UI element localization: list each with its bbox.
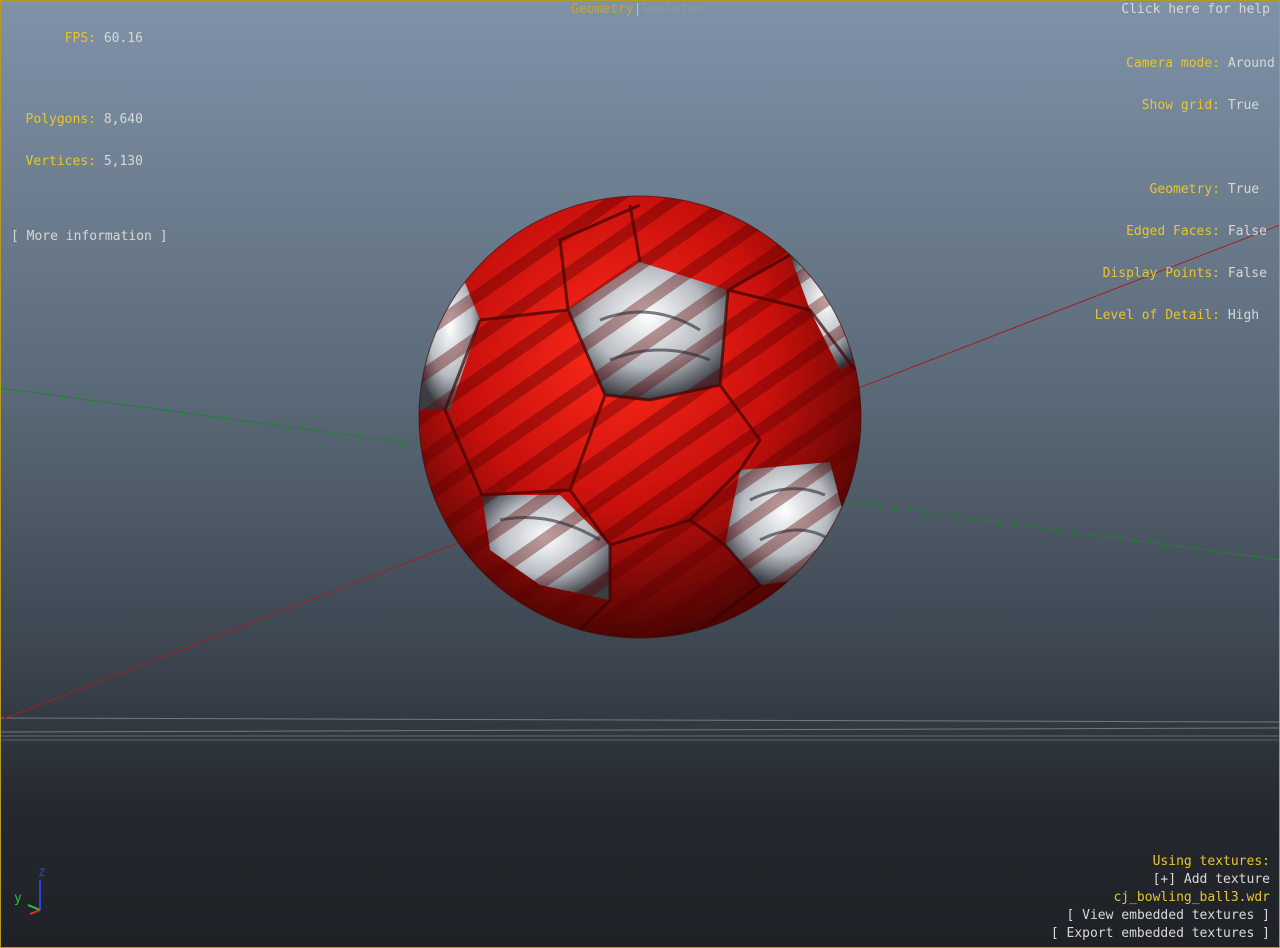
- fps-row: FPS: 60.16: [0, 32, 168, 46]
- bowling-ball-model: [418, 195, 862, 639]
- setting-label: Show grid:: [1141, 98, 1220, 113]
- add-texture-button[interactable]: [+] Add texture: [1051, 871, 1270, 889]
- setting-value: False: [1227, 266, 1267, 281]
- vertices-row: Vertices: 5,130: [0, 155, 168, 169]
- help-link[interactable]: Click here for help: [1121, 3, 1270, 17]
- setting-label: Edged Faces:: [1126, 224, 1220, 239]
- setting-geometry[interactable]: Geometry: True: [1060, 183, 1280, 197]
- fps-label: FPS:: [64, 31, 96, 46]
- setting-value: True: [1227, 98, 1260, 113]
- setting-display-points[interactable]: Display Points: False: [1060, 267, 1280, 281]
- tab-geometry[interactable]: Geometry: [571, 2, 634, 17]
- setting-value: True: [1227, 182, 1260, 197]
- setting-label: Level of Detail:: [1094, 308, 1220, 323]
- vertices-label: Vertices:: [25, 154, 96, 169]
- setting-value: False: [1227, 224, 1267, 239]
- setting-show-grid[interactable]: Show grid: True: [1060, 99, 1280, 113]
- setting-label: Geometry:: [1149, 182, 1220, 197]
- view-embedded-textures-button[interactable]: [ View embedded textures ]: [1051, 907, 1271, 925]
- polygons-row: Polygons: 8,640: [0, 113, 168, 127]
- textures-panel: Using textures: [+] Add texture cj_bowli…: [1051, 853, 1270, 943]
- gizmo-z-label: z: [38, 865, 46, 880]
- setting-camera-mode[interactable]: Camera mode: Around: [1060, 57, 1280, 71]
- polygons-label: Polygons:: [25, 112, 96, 127]
- stats-panel: FPS: 60.16 Polygons: 8,640 Vertices: 5,1…: [0, 4, 168, 258]
- gizmo-y-label: y: [14, 891, 22, 906]
- grid-floor: [0, 717, 1280, 741]
- setting-label: Camera mode:: [1126, 56, 1220, 71]
- tab-skeleton[interactable]: Skeleton: [641, 2, 704, 17]
- setting-value: High: [1227, 308, 1260, 323]
- export-embedded-textures-button[interactable]: [ Export embedded textures ]: [1051, 925, 1270, 943]
- vertices-value: 5,130: [103, 154, 143, 169]
- setting-edged-faces[interactable]: Edged Faces: False: [1060, 225, 1280, 239]
- polygons-value: 8,640: [103, 112, 143, 127]
- settings-panel: Camera mode: Around Show grid: True Geom…: [1060, 29, 1280, 337]
- setting-label: Display Points:: [1102, 266, 1220, 281]
- axis-gizmo: [27, 880, 41, 915]
- textures-heading: Using textures:: [1152, 854, 1270, 869]
- fps-value: 60.16: [103, 31, 143, 46]
- setting-value: Around: [1227, 56, 1275, 71]
- texture-file-item[interactable]: cj_bowling_ball3.wdr: [1051, 889, 1270, 907]
- setting-level-of-detail[interactable]: Level of Detail: High: [1060, 309, 1280, 323]
- view-tabs: Geometry|Skeleton: [571, 3, 704, 17]
- more-information-link[interactable]: [ More information ]: [0, 230, 168, 244]
